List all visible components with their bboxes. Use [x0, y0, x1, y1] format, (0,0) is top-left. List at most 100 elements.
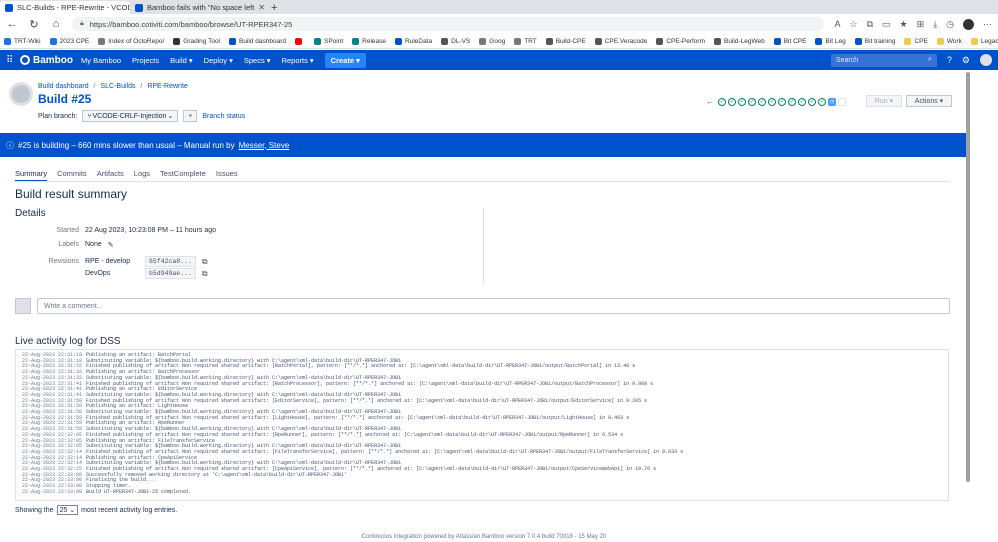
profile-avatar[interactable]: [963, 18, 974, 30]
home-icon[interactable]: ⌂: [50, 18, 62, 30]
breadcrumb-project[interactable]: SLC-Builds: [100, 83, 135, 90]
bamboo-logo[interactable]: Bamboo: [20, 55, 73, 66]
bookmark-item[interactable]: Release: [352, 37, 386, 45]
bookmark-item[interactable]: TRT: [514, 37, 537, 45]
bookmark-item[interactable]: SPoint: [314, 37, 343, 45]
bookmark-label: RuleData: [405, 37, 433, 45]
nav-deploy[interactable]: Deploy ▾: [204, 56, 233, 65]
breadcrumb-build-dashboard[interactable]: Build dashboard: [38, 83, 89, 90]
log-count-select[interactable]: 25 ⌄: [56, 505, 79, 515]
bookmark-item[interactable]: Legacy: [970, 37, 998, 45]
branch-config-button[interactable]: ⑂: [183, 110, 198, 122]
bookmark-favicon-icon: [49, 37, 57, 45]
bookmark-item[interactable]: TRT-Wiki: [4, 37, 41, 45]
app-switcher-icon[interactable]: ⠿: [6, 55, 20, 66]
extensions-icon[interactable]: ⧉: [867, 19, 873, 30]
bookmark-item[interactable]: CPE.Veracode: [594, 37, 647, 45]
build-success-icon[interactable]: ✓: [798, 97, 806, 106]
build-success-icon[interactable]: ✓: [778, 97, 786, 106]
bookmark-item[interactable]: Index of OctoRepo/: [98, 37, 164, 45]
split-screen-icon[interactable]: ▭: [882, 19, 891, 30]
comment-input[interactable]: Write a comment...: [37, 298, 950, 314]
nav-reports[interactable]: Reports ▾: [282, 56, 314, 65]
new-tab-button[interactable]: +: [265, 2, 283, 14]
create-button[interactable]: Create ▾: [324, 52, 366, 68]
banner-user-link[interactable]: Messer, Steve: [239, 141, 290, 150]
bookmark-item[interactable]: RuleData: [395, 37, 433, 45]
build-success-icon[interactable]: ✓: [818, 97, 826, 106]
branch-icon: ⑂: [87, 112, 92, 120]
bookmarks-bar: TRT-Wiki 2023 CPE Index of OctoRepo/Gradin…: [0, 34, 998, 49]
collections-icon[interactable]: ⊞: [917, 19, 925, 30]
nav-my-bamboo[interactable]: My Bamboo: [81, 56, 121, 65]
copy-icon[interactable]: ⧉: [202, 269, 208, 279]
address-toolbar: ← ↻ ⌂ 🔒︎ https://bamboo.cotiviti.com/bam…: [0, 14, 998, 34]
page-scrollbar[interactable]: [966, 72, 970, 482]
bookmark-item[interactable]: 2023 CPE: [49, 37, 90, 45]
log-timestamp: 22-Aug-2023 22:31:32: [22, 374, 83, 381]
build-success-icon[interactable]: ✓: [718, 97, 726, 106]
bookmark-item[interactable]: Goog: [479, 37, 505, 45]
nav-projects[interactable]: Projects: [132, 56, 159, 65]
user-avatar[interactable]: [980, 54, 992, 66]
bookmark-item[interactable]: Bit training: [854, 37, 895, 45]
bookmark-label: 2023 CPE: [59, 37, 90, 45]
nav-build[interactable]: Build ▾: [170, 56, 193, 65]
bookmark-item[interactable]: Build-LegWeb: [714, 37, 765, 45]
close-tab-icon[interactable]: ✕: [258, 3, 265, 12]
build-running-icon[interactable]: ◷: [828, 97, 836, 106]
build-success-icon[interactable]: ✓: [788, 97, 796, 106]
build-success-icon[interactable]: ✓: [728, 97, 736, 106]
bookmark-item[interactable]: CPE: [904, 37, 928, 45]
favorites-icon[interactable]: ★: [900, 19, 908, 30]
bookmark-item[interactable]: Bit Leg: [815, 37, 846, 45]
build-header: Build dashboard / SLC-Builds / RPE-Rewri…: [0, 70, 968, 130]
breadcrumb-plan[interactable]: RPE-Rewrite: [147, 83, 187, 90]
pencil-icon[interactable]: ✎: [108, 241, 114, 249]
build-success-icon[interactable]: ✓: [758, 97, 766, 106]
help-icon[interactable]: ?: [947, 55, 952, 65]
revision-hash[interactable]: 65f42ca8...: [145, 256, 196, 267]
browser-tab[interactable]: Bamboo fails with "No space left ✕: [130, 1, 265, 14]
downloads-icon[interactable]: ⤓: [933, 19, 937, 30]
search-input[interactable]: Search ⌕: [830, 53, 937, 67]
bookmark-item[interactable]: Work: [936, 37, 962, 45]
history-icon[interactable]: ◷: [946, 19, 954, 30]
run-button[interactable]: Run ▾: [866, 95, 902, 107]
build-success-icon[interactable]: ✓: [748, 97, 756, 106]
revision-hash[interactable]: b5d949ae...: [145, 268, 196, 279]
plan-branch-select[interactable]: ⑂ VCODE-CRLF-Injection ⌄: [82, 110, 179, 122]
copy-icon[interactable]: ⧉: [202, 257, 208, 267]
nav-specs[interactable]: Specs ▾: [244, 56, 271, 65]
bookmark-item[interactable]: [295, 37, 305, 45]
previous-build-arrow-icon[interactable]: ←: [706, 97, 714, 106]
build-success-icon[interactable]: ✓: [768, 97, 776, 106]
browser-tab-active[interactable]: SLC-Builds - RPE-Rewrite - VCODE ✕: [0, 1, 130, 14]
build-success-icon[interactable]: ✓: [738, 97, 746, 106]
favorite-star-icon[interactable]: ☆: [850, 19, 858, 30]
build-success-icon[interactable]: ✓: [808, 97, 816, 106]
reload-icon[interactable]: ↻: [28, 18, 40, 31]
build-placeholder-icon[interactable]: [838, 97, 846, 106]
bookmark-item[interactable]: DL-VS: [441, 37, 470, 45]
browser-toolbar-icons: A ☆ ⧉ ▭ ★ ⊞ ⤓ ◷ ⋯: [834, 18, 992, 30]
more-menu-icon[interactable]: ⋯: [983, 19, 992, 30]
brand-name: Bamboo: [33, 54, 73, 66]
back-arrow-icon[interactable]: ←: [6, 18, 18, 30]
actions-button[interactable]: Actions ▾: [906, 95, 952, 107]
gear-icon[interactable]: ⚙: [962, 55, 970, 66]
branch-status-link[interactable]: Branch status: [202, 113, 245, 120]
address-bar[interactable]: 🔒︎ https://bamboo.cotiviti.com/bamboo/br…: [72, 17, 825, 31]
log-timestamp: 22-Aug-2023 22:32:05: [22, 431, 83, 438]
bookmark-item[interactable]: Build dashboard: [229, 37, 286, 45]
activity-log[interactable]: 22-Aug-2023 22:31:18 Publishing an artifa…: [15, 349, 949, 501]
bookmark-item[interactable]: CPE-Perform: [656, 37, 705, 45]
read-aloud-icon[interactable]: A: [834, 19, 840, 29]
log-message: Build UT-RPER347-JOB1-25 completed.: [86, 488, 192, 495]
bookmark-item[interactable]: Grading Tool: [173, 37, 220, 45]
bookmark-item[interactable]: Bit CPE: [773, 37, 806, 45]
bookmark-item[interactable]: Build-CPE: [545, 37, 586, 45]
revisions-row: Revisions RPE - develop 65f42ca8... ⧉: [15, 256, 208, 267]
details-heading: Details: [15, 208, 46, 219]
build-status-banner: ⓘ #25 is building – 660 mins slower than…: [0, 133, 968, 157]
